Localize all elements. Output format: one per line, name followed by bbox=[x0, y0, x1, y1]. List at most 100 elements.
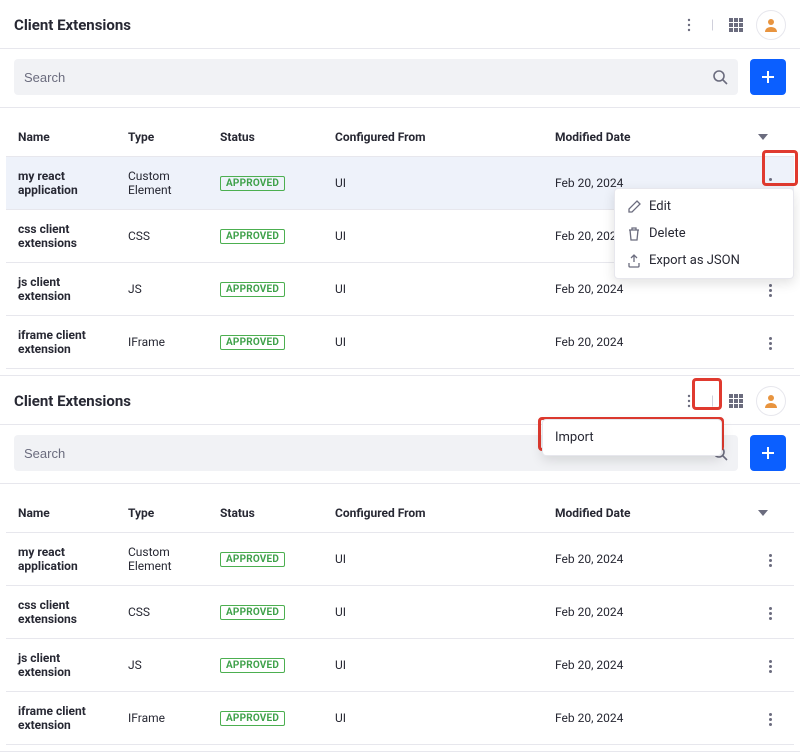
more-options-button[interactable] bbox=[675, 11, 703, 39]
menu-label: Edit bbox=[649, 199, 671, 214]
cell-name: my react application bbox=[6, 157, 116, 210]
more-options-button[interactable] bbox=[675, 387, 703, 415]
user-avatar[interactable] bbox=[756, 10, 786, 40]
grid-icon bbox=[729, 18, 743, 32]
table-header-row: Name Type Status Configured From Modifie… bbox=[6, 118, 794, 157]
status-badge: APPROVED bbox=[220, 335, 285, 350]
user-icon bbox=[763, 393, 779, 409]
bottom-header: Client Extensions | bbox=[0, 376, 800, 425]
cell-status: APPROVED bbox=[208, 533, 323, 586]
search-icon bbox=[712, 69, 728, 85]
search-input[interactable] bbox=[24, 70, 712, 85]
table-row[interactable]: my react application Custom Element APPR… bbox=[6, 533, 794, 586]
cell-status: APPROVED bbox=[208, 639, 323, 692]
import-menu-item[interactable]: Import bbox=[543, 424, 721, 451]
row-actions[interactable] bbox=[746, 586, 794, 639]
top-header: Client Extensions | bbox=[0, 0, 800, 49]
cell-modified-date: Feb 20, 2024 bbox=[543, 316, 746, 369]
cell-configured-from: UI bbox=[323, 639, 543, 692]
cell-type: IFrame bbox=[116, 692, 208, 745]
bottom-table-wrap: Name Type Status Configured From Modifie… bbox=[0, 484, 800, 751]
menu-label: Delete bbox=[649, 226, 686, 241]
table-row[interactable]: css client extensions CSS APPROVED UI Fe… bbox=[6, 586, 794, 639]
cell-status: APPROVED bbox=[208, 210, 323, 263]
row-actions[interactable] bbox=[746, 533, 794, 586]
status-badge: APPROVED bbox=[220, 282, 285, 297]
plus-icon bbox=[760, 69, 776, 85]
table-row[interactable]: iframe client extension IFrame APPROVED … bbox=[6, 692, 794, 745]
kebab-icon bbox=[763, 707, 778, 732]
grid-icon bbox=[729, 394, 743, 408]
delete-menu-item[interactable]: Delete bbox=[615, 220, 793, 247]
table-row[interactable]: iframe client extension IFrame APPROVED … bbox=[6, 316, 794, 369]
pencil-icon bbox=[627, 200, 641, 214]
col-modified-date[interactable]: Modified Date bbox=[543, 118, 746, 157]
cell-configured-from: UI bbox=[323, 263, 543, 316]
bottom-panel: Client Extensions | Import bbox=[0, 376, 800, 752]
kebab-icon bbox=[763, 331, 778, 356]
col-status[interactable]: Status bbox=[208, 118, 323, 157]
cell-type: JS bbox=[116, 639, 208, 692]
status-badge: APPROVED bbox=[220, 658, 285, 673]
cell-name: css client extensions bbox=[6, 586, 116, 639]
top-table-wrap: Name Type Status Configured From Modifie… bbox=[0, 108, 800, 375]
kebab-icon bbox=[763, 278, 778, 303]
cell-status: APPROVED bbox=[208, 263, 323, 316]
extensions-table: Name Type Status Configured From Modifie… bbox=[6, 494, 794, 745]
col-configured-from[interactable]: Configured From bbox=[323, 118, 543, 157]
cell-configured-from: UI bbox=[323, 316, 543, 369]
cell-name: my react application bbox=[6, 533, 116, 586]
cell-type: CSS bbox=[116, 210, 208, 263]
trash-icon bbox=[627, 227, 641, 241]
view-grid-button[interactable] bbox=[722, 387, 750, 415]
search-box[interactable] bbox=[14, 59, 738, 95]
row-action-menu: Edit Delete Export as JSON bbox=[614, 188, 794, 279]
kebab-icon bbox=[682, 18, 696, 32]
kebab-icon bbox=[763, 601, 778, 626]
cell-type: JS bbox=[116, 263, 208, 316]
row-actions[interactable] bbox=[746, 692, 794, 745]
cell-name: iframe client extension bbox=[6, 316, 116, 369]
cell-type: IFrame bbox=[116, 316, 208, 369]
divider: | bbox=[709, 394, 716, 409]
col-status[interactable]: Status bbox=[208, 494, 323, 533]
edit-menu-item[interactable]: Edit bbox=[615, 193, 793, 220]
col-name[interactable]: Name bbox=[6, 494, 116, 533]
col-name[interactable]: Name bbox=[6, 118, 116, 157]
col-configured-from[interactable]: Configured From bbox=[323, 494, 543, 533]
table-row[interactable]: js client extension JS APPROVED UI Feb 2… bbox=[6, 639, 794, 692]
divider: | bbox=[709, 18, 716, 33]
caret-down-icon bbox=[758, 510, 768, 516]
kebab-icon bbox=[763, 548, 778, 573]
export-icon bbox=[627, 254, 641, 268]
view-grid-button[interactable] bbox=[722, 11, 750, 39]
status-badge: APPROVED bbox=[220, 229, 285, 244]
cell-configured-from: UI bbox=[323, 533, 543, 586]
cell-status: APPROVED bbox=[208, 692, 323, 745]
row-actions[interactable] bbox=[746, 316, 794, 369]
row-actions[interactable] bbox=[746, 639, 794, 692]
header-actions: | bbox=[675, 386, 786, 416]
status-badge: APPROVED bbox=[220, 176, 285, 191]
table-header-row: Name Type Status Configured From Modifie… bbox=[6, 494, 794, 533]
export-json-menu-item[interactable]: Export as JSON bbox=[615, 247, 793, 274]
add-button[interactable] bbox=[750, 59, 786, 95]
col-actions[interactable] bbox=[746, 494, 794, 533]
header-actions: | bbox=[675, 10, 786, 40]
cell-type: CSS bbox=[116, 586, 208, 639]
kebab-icon bbox=[763, 654, 778, 679]
menu-label: Export as JSON bbox=[649, 253, 740, 268]
cell-name: js client extension bbox=[6, 263, 116, 316]
add-button[interactable] bbox=[750, 435, 786, 471]
user-avatar[interactable] bbox=[756, 386, 786, 416]
col-type[interactable]: Type bbox=[116, 118, 208, 157]
cell-name: iframe client extension bbox=[6, 692, 116, 745]
cell-configured-from: UI bbox=[323, 210, 543, 263]
col-modified-date[interactable]: Modified Date bbox=[543, 494, 746, 533]
kebab-icon bbox=[682, 394, 696, 408]
col-actions[interactable] bbox=[746, 118, 794, 157]
plus-icon bbox=[760, 445, 776, 461]
cell-name: js client extension bbox=[6, 639, 116, 692]
user-icon bbox=[763, 17, 779, 33]
col-type[interactable]: Type bbox=[116, 494, 208, 533]
